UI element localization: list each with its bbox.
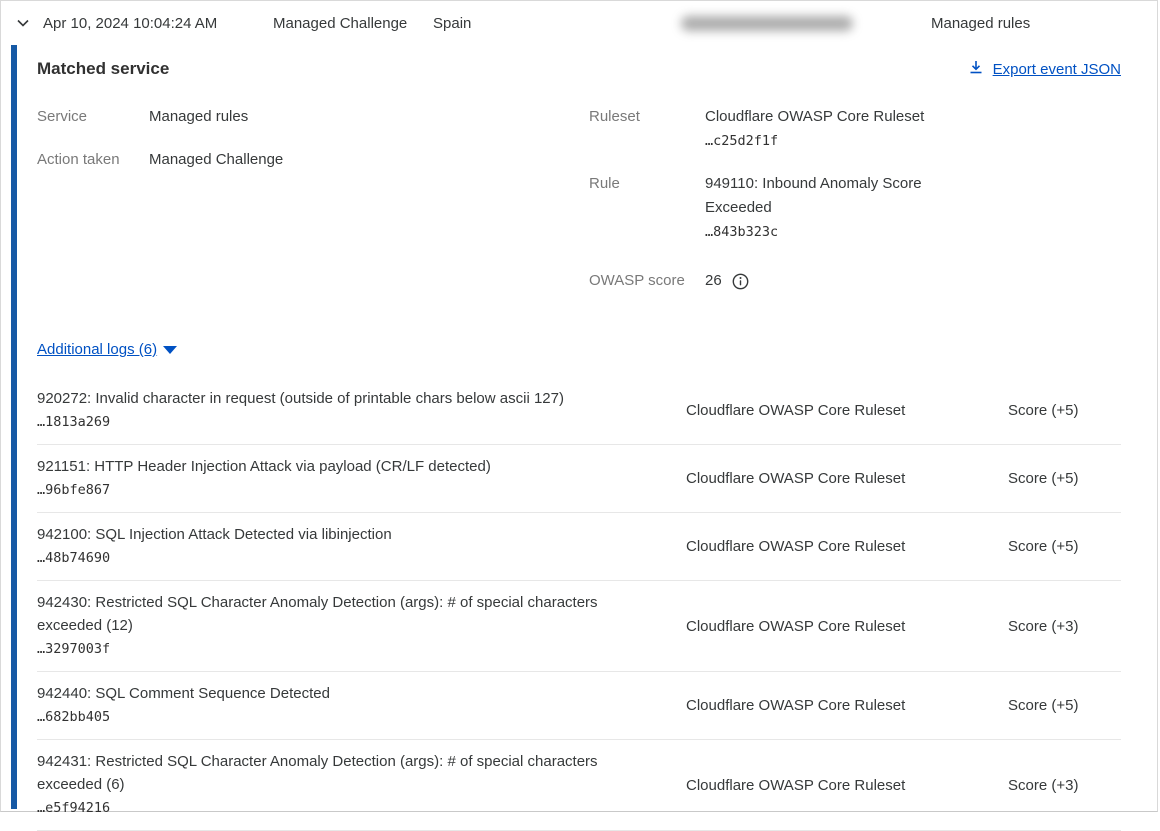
owasp-score-field: OWASP score 26 [589,269,1121,293]
event-timestamp: Apr 10, 2024 10:04:24 AM [43,15,273,32]
triangle-down-icon [163,346,177,354]
log-row: 920272: Invalid character in request (ou… [37,377,1121,445]
action-taken-value: Managed Challenge [149,148,389,172]
additional-logs-list: 920272: Invalid character in request (ou… [37,377,1121,831]
log-ruleset: Cloudflare OWASP Core Ruleset [686,777,1008,794]
chevron-down-icon[interactable] [15,15,43,31]
log-ruleset: Cloudflare OWASP Core Ruleset [686,618,1008,635]
ruleset-field: Ruleset Cloudflare OWASP Core Ruleset …c… [589,105,1121,153]
log-row: 942431: Restricted SQL Character Anomaly… [37,740,1121,831]
ruleset-label: Ruleset [589,105,705,153]
export-link-label: Export event JSON [993,61,1121,78]
log-ruleset: Cloudflare OWASP Core Ruleset [686,470,1008,487]
log-row: 921151: HTTP Header Injection Attack via… [37,445,1121,513]
log-title: 921151: HTTP Header Injection Attack via… [37,455,641,478]
service-label: Service [37,105,149,129]
log-title: 942430: Restricted SQL Character Anomaly… [37,591,641,637]
log-row: 942430: Restricted SQL Character Anomaly… [37,581,1121,672]
log-hash: …e5f94216 [37,797,641,820]
log-title: 942431: Restricted SQL Character Anomaly… [37,750,641,796]
log-score: Score (+5) [1008,697,1121,714]
redacted-value-cell [681,16,861,31]
event-service: Managed rules [931,15,1030,32]
log-score: Score (+5) [1008,402,1121,419]
log-score: Score (+5) [1008,470,1121,487]
event-detail-frame: Apr 10, 2024 10:04:24 AM Managed Challen… [0,0,1158,812]
owasp-score-label: OWASP score [589,269,705,293]
service-value: Managed rules [149,105,389,129]
redacted-blur [681,16,853,31]
service-field: Service Managed rules [37,105,589,129]
event-detail-panel: Matched service Export event JSON Servic… [1,45,1157,811]
export-event-json-link[interactable]: Export event JSON [968,59,1121,79]
log-ruleset: Cloudflare OWASP Core Ruleset [686,697,1008,714]
log-hash: …3297003f [37,638,641,661]
action-taken-field: Action taken Managed Challenge [37,148,589,172]
download-icon [968,59,984,79]
log-hash: …682bb405 [37,706,641,729]
event-country: Spain [433,15,681,32]
ruleset-hash: …c25d2f1f [705,129,945,153]
log-row: 942440: SQL Comment Sequence Detected …6… [37,672,1121,740]
rule-label: Rule [589,172,705,244]
info-icon[interactable] [732,273,749,290]
log-hash: …1813a269 [37,411,641,434]
log-title: 920272: Invalid character in request (ou… [37,387,641,410]
panel-title: Matched service [37,59,169,79]
log-hash: …96bfe867 [37,479,641,502]
ruleset-value: Cloudflare OWASP Core Ruleset [705,105,945,129]
log-ruleset: Cloudflare OWASP Core Ruleset [686,402,1008,419]
rule-field: Rule 949110: Inbound Anomaly Score Excee… [589,172,1121,244]
log-score: Score (+5) [1008,538,1121,555]
action-taken-label: Action taken [37,148,149,172]
additional-logs-label: Additional logs (6) [37,341,157,358]
log-title: 942100: SQL Injection Attack Detected vi… [37,523,641,546]
log-row: 942100: SQL Injection Attack Detected vi… [37,513,1121,581]
log-score: Score (+3) [1008,777,1121,794]
log-hash: …48b74690 [37,547,641,570]
owasp-score-value: 26 [705,269,722,293]
rule-value: 949110: Inbound Anomaly Score Exceeded [705,172,945,220]
log-score: Score (+3) [1008,618,1121,635]
log-ruleset: Cloudflare OWASP Core Ruleset [686,538,1008,555]
event-action: Managed Challenge [273,15,433,32]
log-title: 942440: SQL Comment Sequence Detected [37,682,641,705]
additional-logs-toggle[interactable]: Additional logs (6) [37,341,177,358]
rule-hash: …843b323c [705,220,945,244]
event-summary-row[interactable]: Apr 10, 2024 10:04:24 AM Managed Challen… [1,1,1157,45]
